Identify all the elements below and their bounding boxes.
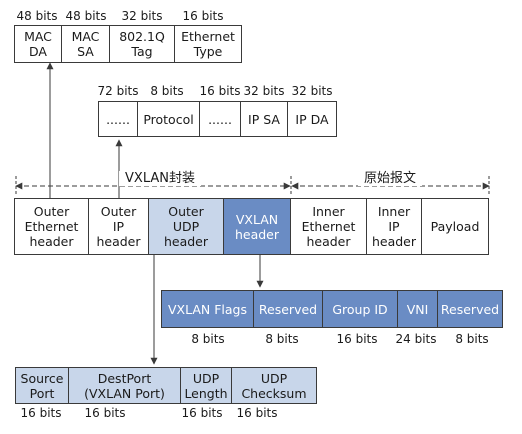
outer-ip-header: Outer IP header — [88, 198, 149, 255]
outer-ethernet-header: Outer Ethernet header — [14, 198, 89, 255]
bits-label: 16 bits — [182, 9, 224, 23]
bits-label: 48 bits — [65, 9, 107, 23]
inner-ip-header: Inner IP header — [366, 198, 422, 255]
section-label-original: 原始报文 — [357, 171, 423, 186]
field-dest-port: DestPort (VXLAN Port) — [68, 367, 181, 404]
field-8021q-tag: 802.1Q Tag — [109, 25, 175, 63]
field-mac-sa: MAC SA — [61, 25, 110, 63]
bits-label: 32 bits — [291, 84, 333, 98]
bits-label: 32 bits — [121, 9, 163, 23]
bits-label: 24 bits — [395, 332, 437, 346]
field-vxlan-flags: VXLAN Flags — [161, 290, 254, 328]
bits-label: 8 bits — [455, 332, 489, 346]
field-ip-sa: IP SA — [240, 101, 288, 137]
bits-label: 16 bits — [181, 406, 223, 420]
field-reserved-2: Reserved — [437, 290, 503, 328]
bits-label: 8 bits — [191, 332, 225, 346]
field-group-id: Group ID — [322, 290, 398, 328]
bits-label: 8 bits — [150, 84, 184, 98]
field-mac-da: MAC DA — [14, 25, 62, 63]
field-protocol: Protocol — [137, 101, 200, 137]
bits-label: 16 bits — [199, 84, 241, 98]
bits-label: 16 bits — [336, 332, 378, 346]
vxlan-header: VXLAN header — [223, 198, 291, 255]
section-label-vxlan-encap: VXLAN封装 — [119, 171, 201, 186]
bits-label: 16 bits — [236, 406, 278, 420]
field-vni: VNI — [397, 290, 438, 328]
bits-label: 72 bits — [97, 84, 139, 98]
field-udp-checksum: UDP Checksum — [231, 367, 317, 404]
payload: Payload — [421, 198, 489, 255]
bits-label: 16 bits — [20, 406, 62, 420]
outer-udp-header: Outer UDP header — [148, 198, 224, 255]
field-reserved: Reserved — [253, 290, 323, 328]
field-source-port: Source Port — [15, 367, 69, 404]
inner-ethernet-header: Inner Ethernet header — [290, 198, 367, 255]
field-ip-ellipsis: ...... — [98, 101, 138, 137]
field-ip-da: IP DA — [287, 101, 337, 137]
field-ethernet-type: Ethernet Type — [174, 25, 242, 63]
bits-label: 48 bits — [16, 9, 58, 23]
bits-label: 32 bits — [243, 84, 285, 98]
bits-label: 8 bits — [265, 332, 299, 346]
field-ip-ellipsis-2: ...... — [199, 101, 241, 137]
field-udp-length: UDP Length — [180, 367, 232, 404]
bits-label: 16 bits — [84, 406, 126, 420]
